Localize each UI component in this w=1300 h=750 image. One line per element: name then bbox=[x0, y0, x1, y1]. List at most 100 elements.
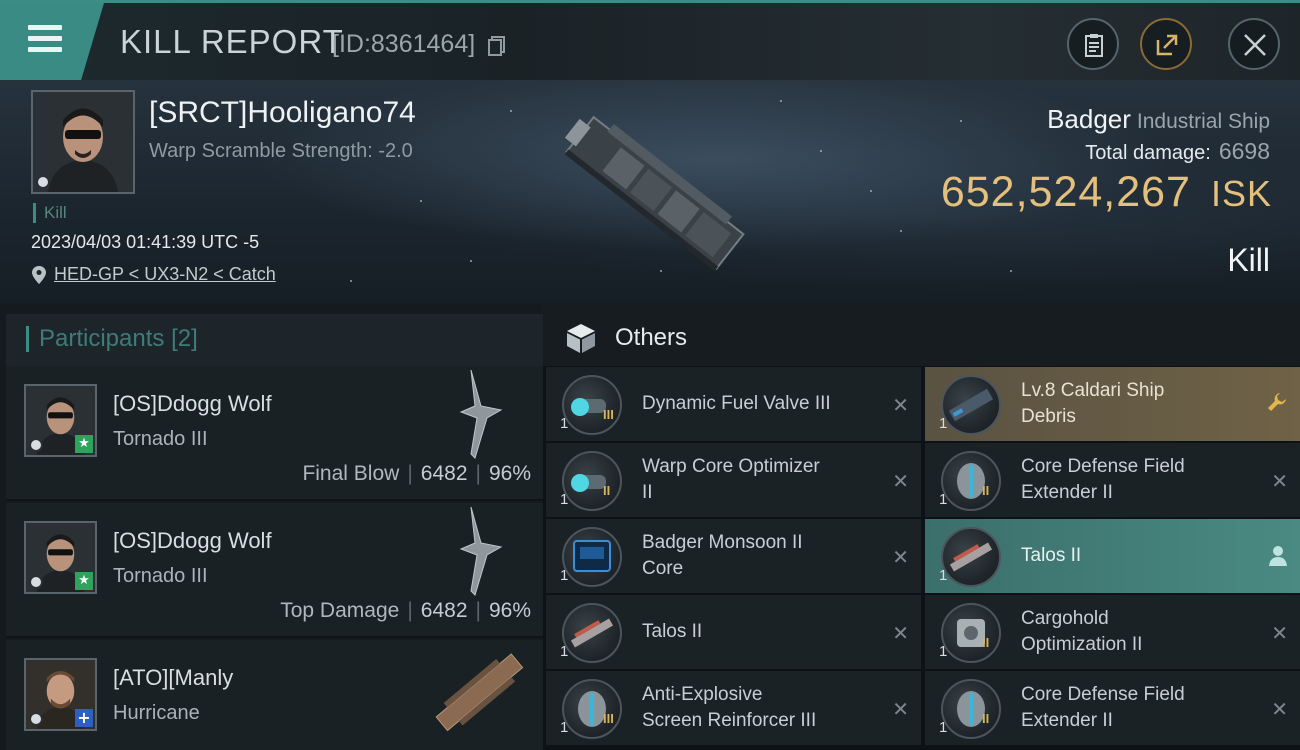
share-icon bbox=[1156, 34, 1178, 56]
participant-row[interactable]: ★ [OS]Ddogg Wolf Tornado III Top Damage |… bbox=[6, 503, 543, 638]
item-quantity: 1 bbox=[939, 415, 948, 432]
participant-row[interactable]: + [ATO][Manly Hurricane bbox=[6, 640, 543, 750]
item-name: Warp Core Optimizer II bbox=[642, 454, 872, 506]
remove-icon[interactable]: ✕ bbox=[892, 697, 909, 721]
stat-percent: 96% bbox=[488, 462, 531, 485]
badger-ship-icon[interactable] bbox=[540, 86, 770, 301]
isk-amount: 652,524,267 bbox=[940, 168, 1191, 216]
item-quantity: 1 bbox=[560, 491, 569, 508]
participants-title: Participants [2] bbox=[26, 326, 198, 352]
stat-label: Final Blow bbox=[302, 462, 400, 485]
others-title: Others bbox=[615, 324, 688, 351]
participant-row[interactable]: ★ [OS]Ddogg Wolf Tornado III Final Blow |… bbox=[6, 366, 543, 501]
star-badge-icon: ★ bbox=[75, 572, 93, 590]
item-name: Anti-Explosive Screen Reinforcer III bbox=[642, 682, 872, 734]
item-name-line2: Extender II bbox=[1021, 710, 1113, 731]
item-name-line2: Debris bbox=[1021, 406, 1076, 427]
isk-unit: ISK bbox=[1210, 173, 1272, 214]
participants-count: [2] bbox=[171, 325, 198, 352]
loot-item[interactable]: 1 Badger Monsoon II Core ✕ bbox=[546, 519, 921, 593]
item-name: Lv.8 Caldari Ship Debris bbox=[1021, 378, 1251, 430]
remove-icon[interactable]: ✕ bbox=[1271, 621, 1288, 645]
item-name: Badger Monsoon II Core bbox=[642, 530, 872, 582]
item-quantity: 1 bbox=[560, 567, 569, 584]
loot-item[interactable]: 1 Lv.8 Caldari Ship Debris bbox=[925, 367, 1300, 441]
item-name-line1: Warp Core Optimizer bbox=[642, 456, 820, 477]
remove-icon[interactable]: ✕ bbox=[1271, 469, 1288, 493]
close-button[interactable] bbox=[1228, 18, 1280, 70]
clipboard-button[interactable] bbox=[1067, 18, 1119, 70]
loot-item[interactable]: 1 Talos II ✕ bbox=[546, 595, 921, 669]
tornado-ship-icon bbox=[459, 506, 503, 596]
participant-name: [OS]Ddogg Wolf bbox=[113, 528, 272, 553]
victim-ship[interactable]: Badger Industrial Ship bbox=[1047, 104, 1270, 135]
participant-avatar: + bbox=[24, 658, 97, 731]
victim-name[interactable]: [SRCT]Hooligano74 bbox=[149, 96, 416, 130]
corp-badge-icon bbox=[29, 438, 43, 452]
location-link[interactable]: HED-GP < UX3-N2 < Catch bbox=[54, 264, 276, 285]
victim-avatar[interactable] bbox=[31, 90, 135, 194]
stat-label: Top Damage bbox=[280, 599, 400, 622]
participant-ship: Tornado III bbox=[113, 428, 208, 450]
item-quantity: 1 bbox=[560, 643, 569, 660]
location-pin-icon bbox=[32, 266, 46, 284]
item-name-line1: Cargohold bbox=[1021, 608, 1109, 629]
remove-icon[interactable]: ✕ bbox=[1271, 697, 1288, 721]
shield-module-icon bbox=[562, 679, 622, 739]
remove-icon[interactable]: ✕ bbox=[892, 393, 909, 417]
participant-ship: Hurricane bbox=[113, 702, 200, 724]
item-name-line1: Core Defense Field bbox=[1021, 684, 1185, 705]
item-quantity: 1 bbox=[939, 567, 948, 584]
item-tier: II bbox=[982, 483, 990, 498]
loot-item[interactable]: 1 II Cargohold Optimization II ✕ bbox=[925, 595, 1300, 669]
loot-item[interactable]: 1 Talos II bbox=[925, 519, 1300, 593]
remove-icon[interactable]: ✕ bbox=[892, 469, 909, 493]
shield-module-icon bbox=[941, 451, 1001, 511]
participants-panel: Participants [2] ★ [OS]Ddogg Wolf Tornad… bbox=[0, 304, 543, 750]
item-name: Cargohold Optimization II bbox=[1021, 606, 1251, 658]
loot-item[interactable]: 1 II Core Defense Field Extender II ✕ bbox=[925, 443, 1300, 517]
ship-class: Industrial Ship bbox=[1136, 110, 1270, 133]
item-tier: II bbox=[982, 711, 990, 726]
item-quantity: 1 bbox=[939, 719, 948, 736]
shield-module-icon bbox=[941, 679, 1001, 739]
participant-name: [OS]Ddogg Wolf bbox=[113, 391, 272, 416]
core-chip-icon bbox=[562, 527, 622, 587]
pilot-person-icon[interactable] bbox=[1268, 545, 1288, 567]
stat-percent: 96% bbox=[488, 599, 531, 622]
loot-item[interactable]: 1 III Anti-Explosive Screen Reinforcer I… bbox=[546, 671, 921, 745]
wrench-icon[interactable] bbox=[1266, 391, 1288, 413]
talos-ship-icon bbox=[562, 603, 622, 663]
menu-button[interactable] bbox=[0, 3, 104, 80]
close-icon bbox=[1244, 34, 1266, 56]
fuel-valve-icon bbox=[562, 375, 622, 435]
item-name-line2: Optimization II bbox=[1021, 634, 1143, 655]
ship-name: Badger bbox=[1047, 104, 1131, 134]
participants-header: Participants [2] bbox=[6, 314, 543, 368]
total-damage-value: 6698 bbox=[1218, 138, 1270, 164]
item-name: Core Defense Field Extender II bbox=[1021, 454, 1251, 506]
item-tier: II bbox=[982, 635, 990, 650]
menu-icon bbox=[28, 25, 62, 53]
remove-icon[interactable]: ✕ bbox=[892, 545, 909, 569]
item-name-line1: Talos II bbox=[1021, 545, 1082, 566]
loot-item[interactable]: 1 II Core Defense Field Extender II ✕ bbox=[925, 671, 1300, 745]
item-quantity: 1 bbox=[939, 491, 948, 508]
copy-icon[interactable] bbox=[488, 36, 506, 56]
total-damage: Total damage: 6698 bbox=[1085, 138, 1270, 165]
share-button[interactable] bbox=[1140, 18, 1192, 70]
item-name: Talos II bbox=[1021, 543, 1251, 569]
item-name-line1: Anti-Explosive bbox=[642, 684, 763, 705]
remove-icon[interactable]: ✕ bbox=[892, 621, 909, 645]
warp-core-icon bbox=[562, 451, 622, 511]
loot-item[interactable]: 1 III Dynamic Fuel Valve III ✕ bbox=[546, 367, 921, 441]
participant-stats: Final Blow | 6482 | 96% bbox=[302, 462, 531, 485]
corp-badge-icon bbox=[29, 575, 43, 589]
item-quantity: 1 bbox=[560, 719, 569, 736]
others-header: Others bbox=[543, 304, 1300, 366]
item-tier: III bbox=[603, 711, 614, 726]
item-quantity: 1 bbox=[560, 415, 569, 432]
cargohold-icon bbox=[941, 603, 1001, 663]
stat-damage: 6482 bbox=[420, 599, 468, 622]
loot-item[interactable]: 1 II Warp Core Optimizer II ✕ bbox=[546, 443, 921, 517]
